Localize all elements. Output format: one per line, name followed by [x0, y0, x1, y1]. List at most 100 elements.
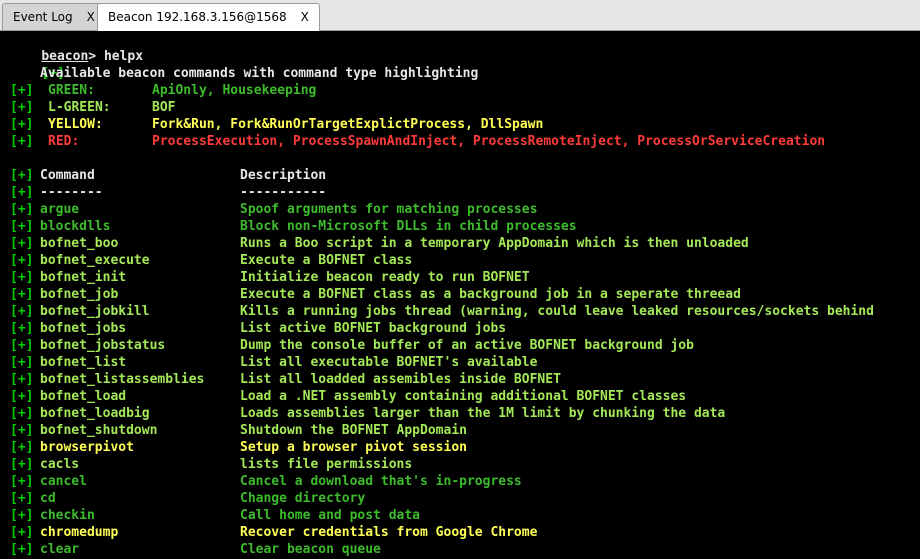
command-description: Dump the console buffer of an active BOF…	[240, 338, 694, 353]
command-description: Execute a BOFNET class as a background j…	[240, 287, 741, 302]
table-row: [+] chromedump Recover credentials from Go…	[10, 524, 537, 541]
legend-label: RED:	[48, 134, 80, 149]
status-marker: [+]	[10, 100, 34, 115]
command-description: Recover credentials from Google Chrome	[240, 525, 538, 540]
command-description: Loads assemblies larger than the 1M limi…	[240, 406, 726, 421]
command-description: List all loadded assemibles inside BOFNE…	[240, 372, 561, 387]
table-row: [+] bofnet_init Initialize beacon ready to…	[10, 269, 530, 286]
command-description: Kills a running jobs thread (warning, co…	[240, 304, 874, 319]
table-row: [+] browserpivot Setup a browser pivot ses…	[10, 439, 467, 456]
command-description: Execute a BOFNET class	[240, 253, 413, 268]
command-name: bofnet_execute	[40, 253, 150, 268]
command-name: blockdlls	[40, 219, 111, 234]
tab-beacon[interactable]: Beacon 192.168.3.156@1568 X	[97, 3, 320, 31]
table-row: [+] bofnet_load Load a .NET assembly conta…	[10, 388, 686, 405]
status-marker: [+]	[10, 236, 34, 251]
command-description: Spoof arguments for matching processes	[240, 202, 538, 217]
table-row: [+] cancel Cancel a download that's in-pro…	[10, 473, 522, 490]
table-row: [+] bofnet_loadbig Loads assemblies larger…	[10, 405, 725, 422]
tab-close-button[interactable]: X	[87, 10, 95, 24]
table-row: [+] cd Change directory	[10, 490, 365, 507]
status-marker: [+]	[10, 219, 34, 234]
command-name: bofnet_load	[40, 389, 127, 404]
legend-row: [+] L-GREEN: BOF	[10, 99, 175, 116]
command-description: Cancel a download that's in-progress	[240, 474, 522, 489]
column-header-row: [+] Command Description	[10, 167, 326, 184]
tab-close-button[interactable]: X	[301, 10, 309, 24]
status-marker: [+]	[10, 406, 34, 421]
status-marker: [+]	[10, 338, 34, 353]
command-name: browserpivot	[40, 440, 134, 455]
tab-bar: Event Log X Beacon 192.168.3.156@1568 X	[0, 0, 920, 31]
command-description: Setup a browser pivot session	[240, 440, 467, 455]
table-row: [+] bofnet_listassemblies List all loadded…	[10, 371, 561, 388]
table-row: [+] argue Spoof arguments for matching pro…	[10, 201, 537, 218]
command-description: List all executable BOFNET's available	[240, 355, 538, 370]
command-name: bofnet_jobs	[40, 321, 127, 336]
table-row: [+] checkin Call home and post data	[10, 507, 420, 524]
prompt-line: beacon> helpx	[10, 31, 143, 64]
table-row: [+] bofnet_list List all executable BOFNET…	[10, 354, 537, 371]
status-marker: [+]	[10, 508, 34, 523]
command-name: bofnet_jobkill	[40, 304, 150, 319]
tab-label: Event Log	[13, 10, 73, 24]
status-marker: [+]	[10, 202, 34, 217]
command-name: bofnet_jobstatus	[40, 338, 166, 353]
status-marker: [+]	[10, 491, 34, 506]
tab-event-log[interactable]: Event Log X	[2, 3, 106, 30]
legend-types: ProcessExecution, ProcessSpawnAndInject,…	[152, 134, 826, 149]
beacon-console[interactable]: beacon> helpx [+] Available beacon comman…	[0, 31, 920, 559]
status-marker: [+]	[10, 185, 34, 200]
command-description: Initialize beacon ready to run BOFNET	[240, 270, 530, 285]
prompt-symbol: >	[88, 49, 104, 64]
banner-line: [+] Available beacon commands with comman…	[10, 48, 478, 81]
table-row: [+] cacls lists file permissions	[10, 456, 412, 473]
tab-label: Beacon 192.168.3.156@1568	[108, 10, 287, 24]
table-row: [+] blockdlls Block non-Microsoft DLLs in …	[10, 218, 577, 235]
command-name: argue	[40, 202, 80, 217]
table-row: [+] clear Clear beacon queue	[10, 541, 381, 558]
command-description: lists file permissions	[240, 457, 413, 472]
column-rule-row: [+] -------- -----------	[10, 184, 326, 201]
column-rule-command: --------	[40, 185, 103, 200]
command-description: Runs a Boo script in a temporary AppDoma…	[240, 236, 749, 251]
command-description: Load a .NET assembly containing addition…	[240, 389, 687, 404]
status-marker: [+]	[10, 287, 34, 302]
command-description: Clear beacon queue	[240, 542, 381, 557]
status-marker: [+]	[10, 134, 34, 149]
command-name: clear	[40, 542, 80, 557]
status-marker: [+]	[10, 372, 34, 387]
legend-row: [+] YELLOW: Fork&Run, Fork&RunOrTargetExpl…	[10, 116, 543, 133]
status-marker: [+]	[10, 83, 34, 98]
status-marker: [+]	[10, 304, 34, 319]
column-header-command: Command	[40, 168, 95, 183]
status-marker: [+]	[10, 423, 34, 438]
column-header-description: Description	[240, 168, 327, 183]
legend-label: GREEN:	[48, 83, 95, 98]
command-name: bofnet_listassemblies	[40, 372, 205, 387]
status-marker: [+]	[10, 117, 34, 132]
table-row: [+] bofnet_job Execute a BOFNET class as a…	[10, 286, 741, 303]
command-name: bofnet_loadbig	[40, 406, 150, 421]
status-marker: [+]	[10, 321, 34, 336]
prompt-command: helpx	[103, 49, 144, 64]
table-row: [+] bofnet_jobs List active BOFNET backgro…	[10, 320, 506, 337]
table-row: [+] bofnet_shutdown Shutdown the BOFNET Ap…	[10, 422, 467, 439]
command-name: bofnet_shutdown	[40, 423, 158, 438]
table-row: [+] bofnet_execute Execute a BOFNET class	[10, 252, 412, 269]
command-description: Call home and post data	[240, 508, 421, 523]
status-marker: [+]	[10, 474, 34, 489]
command-name: bofnet_job	[40, 287, 119, 302]
command-name: chromedump	[40, 525, 119, 540]
command-name: cancel	[40, 474, 87, 489]
command-description: Shutdown the BOFNET AppDomain	[240, 423, 467, 438]
legend-label: L-GREEN:	[48, 100, 111, 115]
command-name: checkin	[40, 508, 95, 523]
legend-types: ApiOnly, Housekeeping	[152, 83, 317, 98]
status-marker: [+]	[10, 525, 34, 540]
table-row: [+] bofnet_boo Runs a Boo script in a temp…	[10, 235, 749, 252]
legend-label: YELLOW:	[48, 117, 103, 132]
legend-row: [+] GREEN: ApiOnly, Housekeeping	[10, 82, 316, 99]
command-name: bofnet_list	[40, 355, 127, 370]
table-row: [+] bofnet_jobstatus Dump the console buff…	[10, 337, 694, 354]
